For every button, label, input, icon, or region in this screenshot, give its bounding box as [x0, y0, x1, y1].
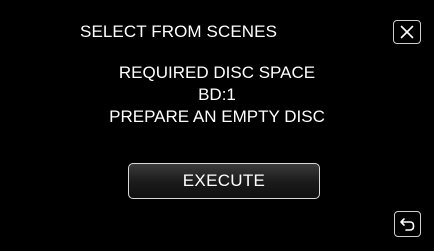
close-icon — [400, 25, 414, 39]
required-space-label: REQUIRED DISC SPACE — [118, 63, 316, 82]
close-button[interactable] — [393, 20, 421, 44]
instruction-text: PREPARE AN EMPTY DISC — [109, 107, 325, 126]
execute-button[interactable]: EXECUTE — [128, 163, 320, 199]
screen-title: SELECT FROM SCENES — [80, 22, 278, 41]
required-space-value: BD:1 — [198, 85, 236, 104]
camera-menu-screen: SELECT FROM SCENES REQUIRED DISC SPACE B… — [0, 0, 434, 251]
back-button[interactable] — [394, 211, 421, 237]
return-arrow-icon — [399, 217, 416, 232]
